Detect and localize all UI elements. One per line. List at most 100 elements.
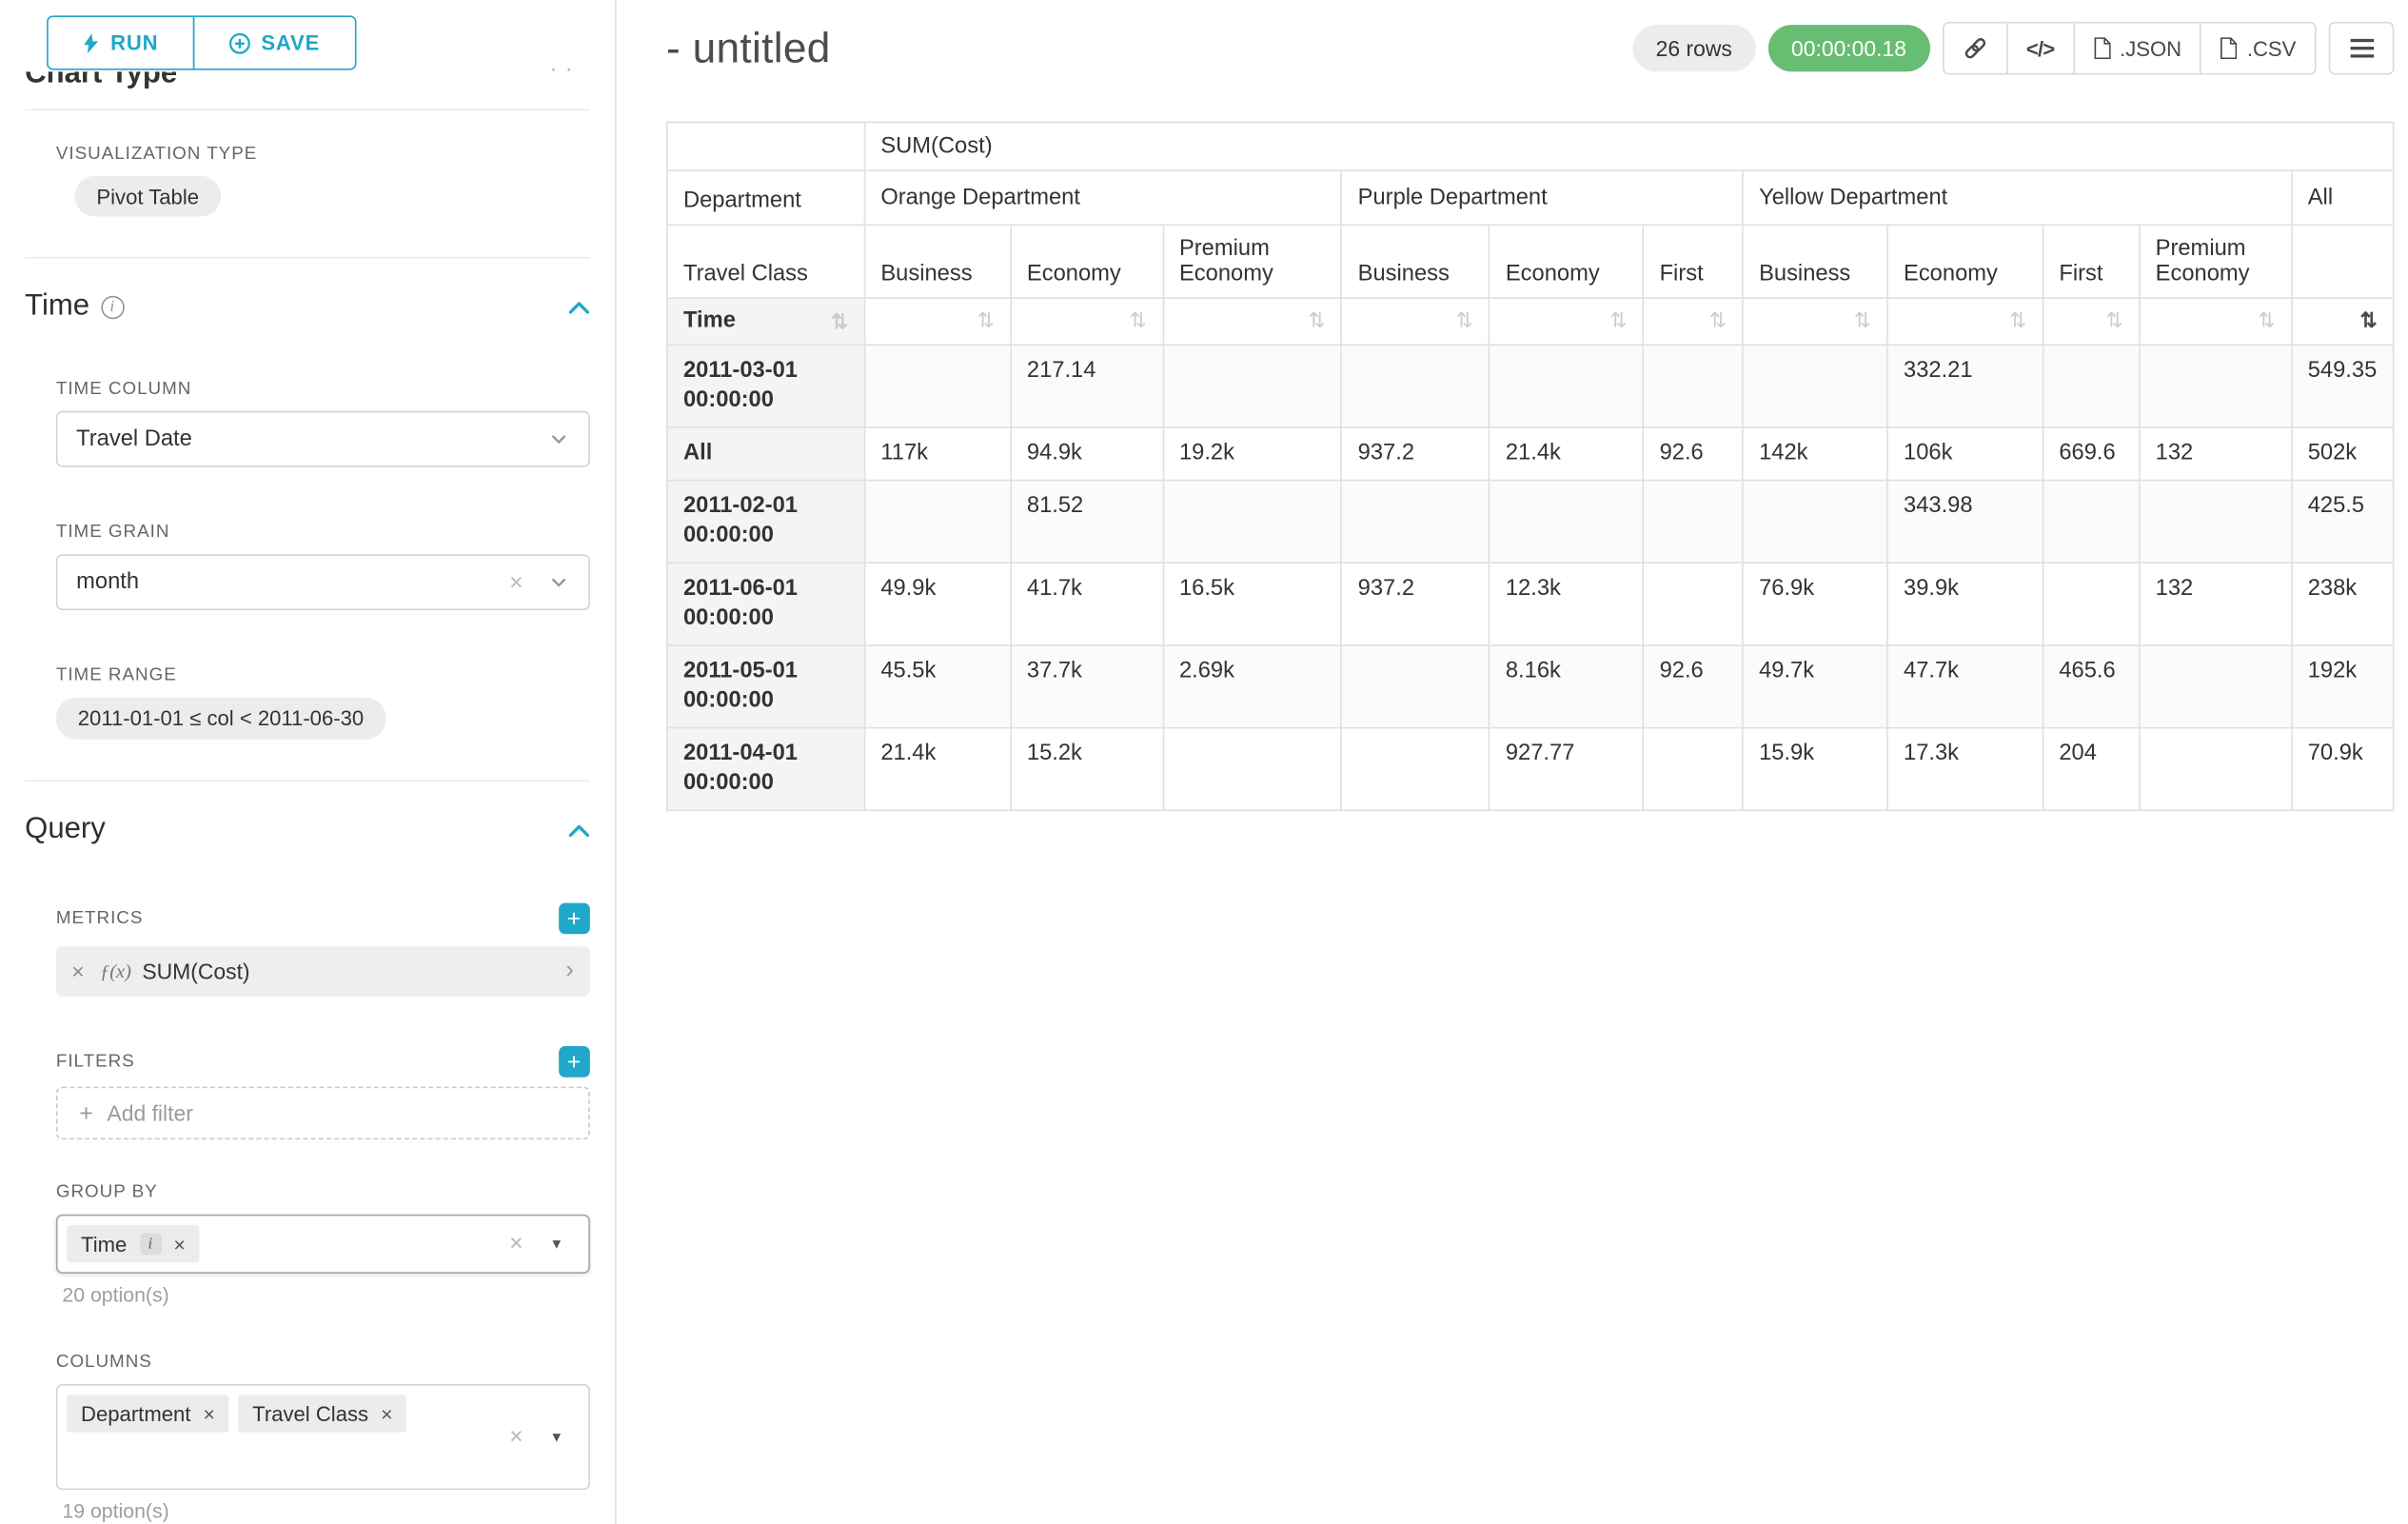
remove-tag-icon[interactable]: ×: [381, 1402, 392, 1426]
pivot-class-corner: Travel Class: [667, 225, 864, 298]
pivot-class-header: Business: [1743, 225, 1887, 298]
pivot-cell: 217.14: [1011, 345, 1163, 427]
pivot-cell: 81.52: [1011, 480, 1163, 563]
columns-select[interactable]: Department × Travel Class × × ▼: [56, 1384, 590, 1490]
pivot-data-row: 2011-05-01 00:00:0045.5k37.7k2.69k8.16k9…: [667, 644, 2394, 727]
dropdown-arrow-icon[interactable]: ▼: [549, 1237, 563, 1252]
add-filter-plus-button[interactable]: +: [559, 1046, 590, 1078]
filters-label-row: FILTERS +: [56, 1046, 590, 1078]
sort-icon[interactable]: ⇅: [2009, 308, 2026, 332]
pivot-cell: [2139, 644, 2291, 727]
pivot-cell: 12.3k: [1490, 563, 1644, 645]
export-csv-button[interactable]: .CSV: [2201, 22, 2317, 75]
info-icon[interactable]: i: [101, 295, 125, 319]
sort-icon[interactable]: ⇅: [2105, 308, 2122, 332]
sort-icon[interactable]: ⇅: [977, 308, 995, 332]
filters-label: FILTERS: [56, 1053, 135, 1072]
export-json-button[interactable]: .JSON: [2073, 22, 2201, 75]
copy-link-button[interactable]: [1943, 22, 2008, 75]
pivot-cell: [1643, 345, 1742, 427]
chart-title[interactable]: - untitled: [666, 24, 831, 72]
pivot-sort-cell: ⇅: [1743, 298, 1887, 344]
chevron-up-icon[interactable]: [568, 822, 590, 837]
time-grain-select[interactable]: month ×: [56, 554, 590, 610]
pivot-cell: 332.21: [1887, 345, 2043, 427]
sort-icon[interactable]: ⇅: [1609, 308, 1627, 332]
divider: [25, 109, 590, 110]
remove-metric-icon[interactable]: ×: [56, 959, 100, 983]
pivot-class-header: Premium Economy: [1163, 225, 1342, 298]
group-by-select[interactable]: Time i × × ▼: [56, 1215, 590, 1274]
pivot-department-corner: Department: [667, 170, 864, 225]
pivot-sort-cell: ⇅: [2292, 298, 2394, 344]
pivot-row-header: 2011-03-01 00:00:00: [667, 345, 864, 427]
pivot-class-header: First: [2043, 225, 2139, 298]
pivot-cell: 39.9k: [1887, 563, 2043, 645]
time-section-header[interactable]: Time i: [25, 289, 590, 324]
sort-icon[interactable]: ⇅: [2360, 308, 2378, 332]
metric-pill[interactable]: × ƒ(x) SUM(Cost) ›: [56, 946, 590, 996]
time-column-select[interactable]: Travel Date: [56, 411, 590, 467]
sort-icon[interactable]: ⇅: [2259, 308, 2276, 332]
remove-tag-icon[interactable]: ×: [204, 1402, 215, 1426]
chart-type-section-heading: Chart Type: [25, 71, 590, 99]
divider: [25, 257, 590, 259]
pivot-sort-cell: ⇅: [1341, 298, 1489, 344]
dropdown-arrow-icon[interactable]: ▼: [549, 1429, 563, 1444]
tag-label: Department: [81, 1402, 190, 1426]
pivot-sort-cell: ⇅: [1011, 298, 1163, 344]
chevron-up-icon[interactable]: [568, 300, 590, 314]
pivot-cell: 502k: [2292, 426, 2394, 480]
sort-icon[interactable]: ⇅: [1854, 308, 1871, 332]
columns-options-hint: 19 option(s): [62, 1499, 589, 1523]
clear-icon[interactable]: ×: [509, 569, 523, 596]
time-range-pill[interactable]: 2011-01-01 ≤ col < 2011-06-30: [56, 698, 385, 740]
info-icon[interactable]: i: [139, 1233, 161, 1255]
pivot-cell: 15.2k: [1011, 727, 1163, 810]
pivot-cell: [2139, 727, 2291, 810]
pivot-cell: [864, 480, 1011, 563]
menu-button[interactable]: [2329, 22, 2395, 75]
pivot-table: SUM(Cost)DepartmentOrange DepartmentPurp…: [666, 122, 2394, 811]
visualization-type-label: VISUALIZATION TYPE: [56, 145, 590, 164]
run-save-bar: RUN SAVE ··: [0, 0, 615, 71]
visualization-type-pill[interactable]: Pivot Table: [75, 176, 221, 217]
query-section-header[interactable]: Query: [25, 813, 590, 847]
add-filter-box[interactable]: + Add filter: [56, 1087, 590, 1140]
pivot-corner-empty: [667, 122, 864, 170]
sort-icon[interactable]: ⇅: [1709, 308, 1727, 332]
sort-icon[interactable]: ⇅: [831, 309, 848, 334]
query-section-title: Query: [25, 813, 106, 847]
pivot-cell: 70.9k: [2292, 727, 2394, 810]
pivot-metric-header: SUM(Cost): [864, 122, 2393, 170]
divider: [25, 780, 590, 782]
pivot-data-row: 2011-03-01 00:00:00217.14332.21549.35: [667, 345, 2394, 427]
add-metric-button[interactable]: +: [559, 903, 590, 935]
pivot-sort-cell: ⇅: [864, 298, 1011, 344]
pivot-cell: 21.4k: [1490, 426, 1644, 480]
save-button[interactable]: SAVE: [192, 15, 355, 69]
pivot-row-header: 2011-05-01 00:00:00: [667, 644, 864, 727]
function-icon: ƒ(x): [100, 960, 131, 983]
pivot-cell: 21.4k: [864, 727, 1011, 810]
pivot-cell: [1341, 345, 1489, 427]
pivot-cell: 465.6: [2043, 644, 2139, 727]
pivot-cell: [1163, 345, 1342, 427]
clear-all-icon[interactable]: ×: [509, 1424, 523, 1451]
embed-code-button[interactable]: </>: [2006, 22, 2075, 75]
chevron-right-icon[interactable]: ›: [549, 946, 590, 996]
sort-icon[interactable]: ⇅: [1308, 308, 1325, 332]
remove-tag-icon[interactable]: ×: [173, 1232, 185, 1256]
pivot-cell: [2139, 345, 2291, 427]
clear-all-icon[interactable]: ×: [509, 1231, 523, 1257]
pivot-cell: 16.5k: [1163, 563, 1342, 645]
group-by-tag: Time i ×: [67, 1225, 199, 1262]
pivot-cell: [1163, 727, 1342, 810]
pivot-cell: [864, 345, 1011, 427]
sort-icon[interactable]: ⇅: [1456, 308, 1473, 332]
sort-icon[interactable]: ⇅: [1130, 308, 1147, 332]
metric-label: SUM(Cost): [142, 959, 249, 983]
run-button[interactable]: RUN: [47, 15, 194, 69]
pivot-row-header: All: [667, 426, 864, 480]
row-count-badge: 26 rows: [1632, 25, 1755, 71]
